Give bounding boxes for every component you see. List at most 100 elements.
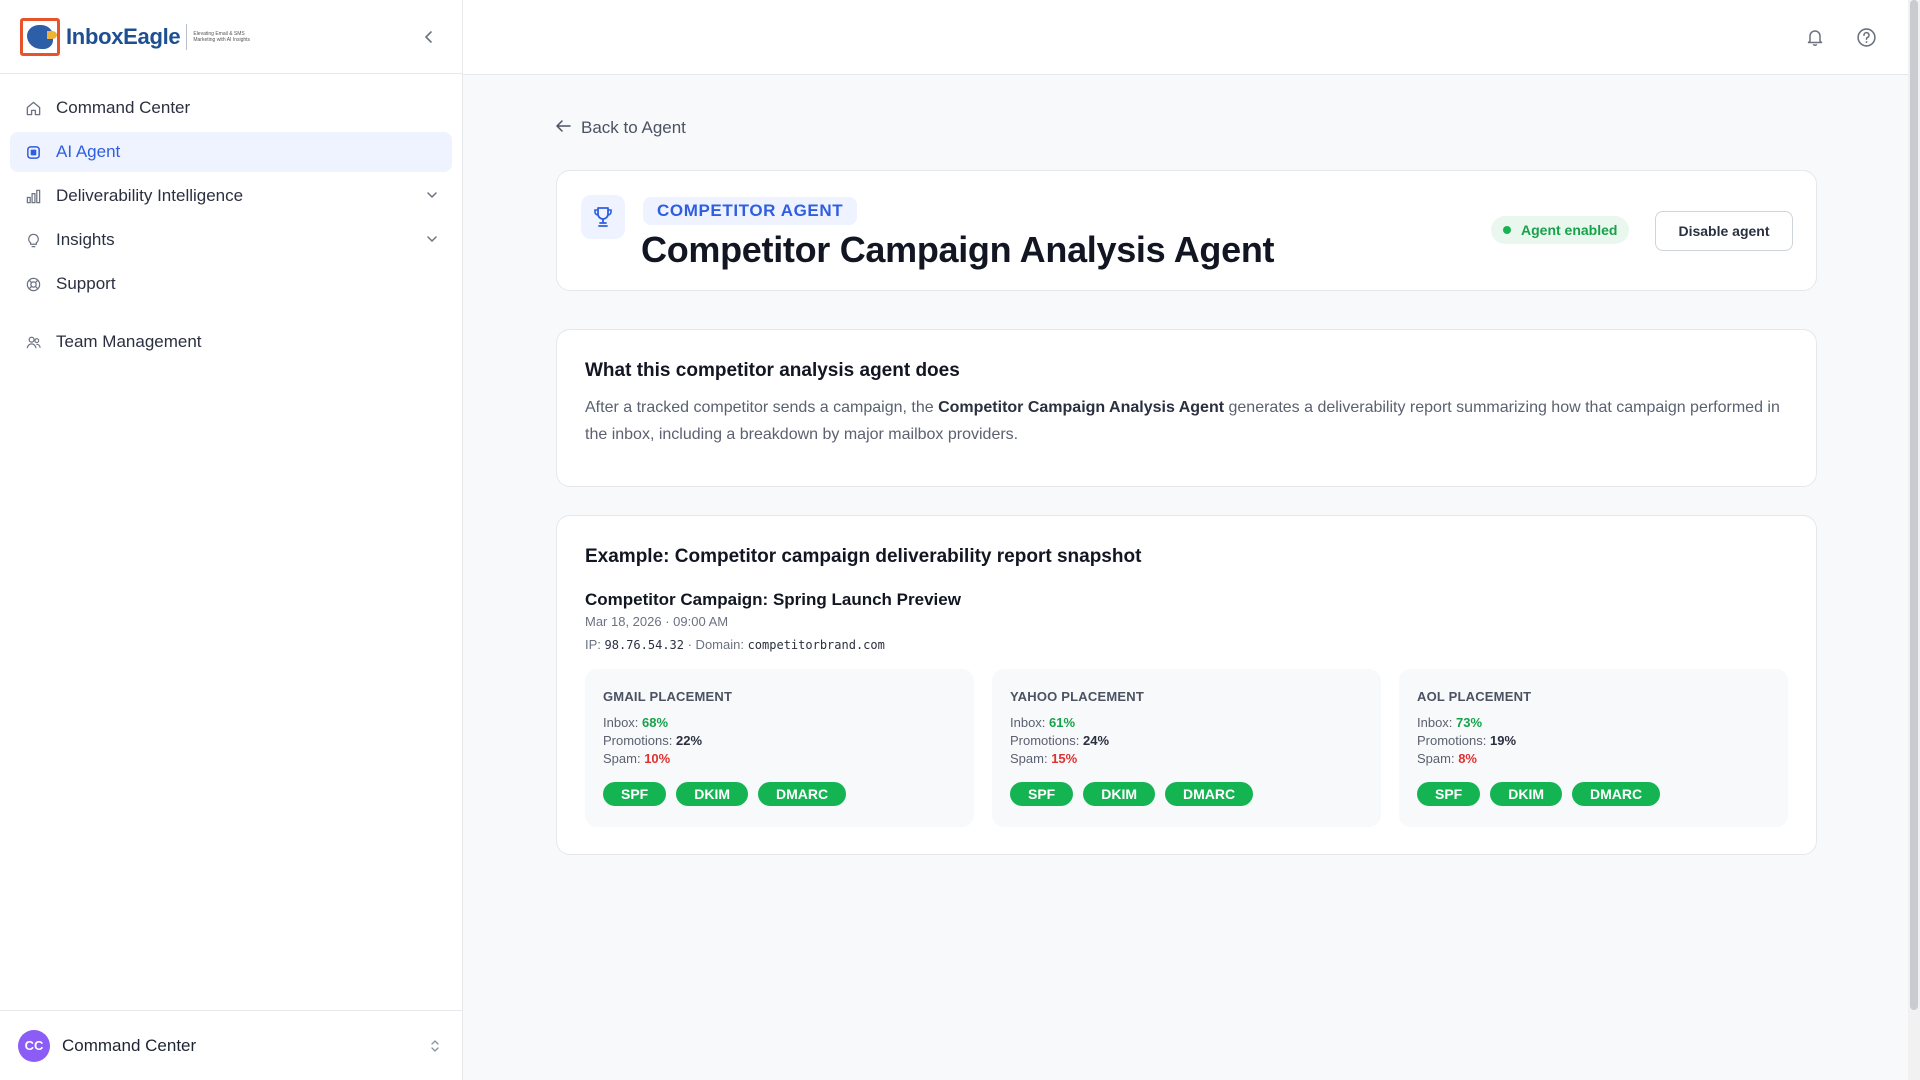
inbox-value: 73% bbox=[1456, 715, 1483, 730]
description-title: What this competitor analysis agent does bbox=[585, 360, 960, 381]
home-icon bbox=[24, 99, 42, 117]
placement-stats: Inbox: 73% Promotions: 19% Spam: 8% bbox=[1417, 714, 1770, 768]
spam-value: 10% bbox=[644, 751, 671, 766]
inbox-label: Inbox: bbox=[1417, 715, 1457, 730]
status-label: Agent enabled bbox=[1521, 222, 1618, 238]
chevron-down-icon bbox=[426, 230, 438, 250]
page-title: Competitor Campaign Analysis Agent bbox=[641, 229, 1275, 270]
promotions-value: 24% bbox=[1082, 733, 1110, 748]
inbox-label: Inbox: bbox=[603, 715, 643, 730]
sidebar-item-command-center[interactable]: Command Center bbox=[10, 88, 452, 128]
workspace-switcher[interactable]: CC Command Center bbox=[0, 1010, 462, 1080]
workspace-name: Command Center bbox=[62, 1035, 197, 1055]
dkim-badge: DKIM bbox=[676, 782, 749, 806]
disable-agent-button[interactable]: Disable agent bbox=[1655, 211, 1793, 251]
agent-category-badge: COMPETITOR AGENT bbox=[643, 197, 858, 225]
placement-stats: Inbox: 61% Promotions: 24% Spam: 15% bbox=[1010, 714, 1363, 768]
inbox-stat: Inbox: 61% bbox=[1010, 714, 1363, 732]
sidebar-item-support[interactable]: Support bbox=[10, 264, 452, 304]
example-title: Example: Competitor campaign deliverabil… bbox=[585, 546, 1142, 567]
sidebar-item-team-management[interactable]: Team Management bbox=[10, 322, 452, 362]
auth-badges: SPF DKIM DMARC bbox=[603, 782, 956, 806]
description-text-start: After a tracked competitor sends a campa… bbox=[585, 399, 939, 416]
top-bar bbox=[463, 0, 1920, 75]
inbox-stat: Inbox: 73% bbox=[1417, 714, 1770, 732]
placement-grid: GMAIL PLACEMENT Inbox: 68% Promotions: 2… bbox=[585, 669, 1788, 827]
sidebar-item-label: Team Management bbox=[56, 332, 202, 351]
sidebar-item-insights[interactable]: Insights bbox=[10, 220, 452, 260]
auth-badges: SPF DKIM DMARC bbox=[1417, 782, 1770, 806]
campaign-name: Competitor Campaign: Spring Launch Previ… bbox=[585, 590, 961, 609]
spam-stat: Spam: 8% bbox=[1417, 750, 1770, 768]
agent-header-card: COMPETITOR AGENT Competitor Campaign Ana… bbox=[556, 170, 1817, 291]
placement-card-yahoo: YAHOO PLACEMENT Inbox: 61% Promotions: 2… bbox=[992, 669, 1381, 827]
sidebar-item-label: Insights bbox=[56, 230, 115, 249]
placement-title: AOL PLACEMENT bbox=[1417, 689, 1532, 704]
sidebar-item-deliverability-intelligence[interactable]: Deliverability Intelligence bbox=[10, 176, 452, 216]
inbox-label: Inbox: bbox=[1010, 715, 1050, 730]
back-link-label: Back to Agent bbox=[581, 118, 686, 137]
promotions-label: Promotions: bbox=[1010, 733, 1083, 748]
dmarc-badge: DMARC bbox=[1572, 782, 1661, 806]
sidebar-item-label: Support bbox=[56, 274, 116, 293]
spam-label: Spam: bbox=[603, 751, 645, 766]
spam-label: Spam: bbox=[1417, 751, 1459, 766]
dmarc-badge: DMARC bbox=[1165, 782, 1254, 806]
placement-title: YAHOO PLACEMENT bbox=[1010, 689, 1144, 704]
chevron-up-down-icon bbox=[430, 1039, 440, 1053]
avatar: CC bbox=[18, 1029, 50, 1062]
brand-name: InboxEagle bbox=[66, 23, 181, 49]
spf-badge: SPF bbox=[1010, 782, 1074, 806]
sidebar-item-ai-agent[interactable]: AI Agent bbox=[10, 132, 452, 172]
inbox-stat: Inbox: 68% bbox=[603, 714, 956, 732]
sidebar: InboxEagle Elevating Email & SMS Marketi… bbox=[0, 0, 463, 1080]
agent-icon bbox=[24, 143, 42, 161]
dkim-badge: DKIM bbox=[1083, 782, 1156, 806]
help-icon[interactable] bbox=[1853, 24, 1879, 50]
agent-description-card: What this competitor analysis agent does… bbox=[556, 329, 1817, 487]
arrow-left-icon bbox=[555, 118, 571, 138]
description-text: After a tracked competitor sends a campa… bbox=[585, 394, 1788, 448]
promotions-value: 19% bbox=[1489, 733, 1517, 748]
scrollbar[interactable] bbox=[1908, 0, 1920, 1080]
spam-stat: Spam: 10% bbox=[603, 750, 956, 768]
spam-label: Spam: bbox=[1010, 751, 1052, 766]
ip-value: 98.76.54.32 bbox=[604, 638, 684, 652]
spam-value: 8% bbox=[1458, 751, 1477, 766]
placement-card-gmail: GMAIL PLACEMENT Inbox: 68% Promotions: 2… bbox=[585, 669, 974, 827]
chevron-left-icon bbox=[425, 31, 432, 43]
eagle-logo-icon bbox=[20, 17, 60, 56]
scrollbar-thumb[interactable] bbox=[1910, 0, 1918, 1010]
domain-label: · Domain: bbox=[684, 637, 748, 652]
promotions-value: 22% bbox=[675, 733, 703, 748]
promotions-stat: Promotions: 24% bbox=[1010, 732, 1363, 750]
back-to-agent-link[interactable]: Back to Agent bbox=[555, 118, 686, 138]
domain-value: competitorbrand.com bbox=[747, 638, 885, 652]
promotions-label: Promotions: bbox=[1417, 733, 1490, 748]
status-badge: Agent enabled bbox=[1491, 216, 1630, 244]
brand-tagline: Elevating Email & SMS Marketing with AI … bbox=[193, 30, 251, 43]
spf-badge: SPF bbox=[1417, 782, 1481, 806]
inbox-value: 68% bbox=[642, 715, 669, 730]
promotions-label: Promotions: bbox=[603, 733, 676, 748]
collapse-sidebar-button[interactable] bbox=[418, 26, 440, 48]
spf-badge: SPF bbox=[603, 782, 667, 806]
placement-stats: Inbox: 68% Promotions: 22% Spam: 10% bbox=[603, 714, 956, 768]
spam-stat: Spam: 15% bbox=[1010, 750, 1363, 768]
bell-icon[interactable] bbox=[1802, 24, 1828, 50]
trophy-icon bbox=[581, 195, 625, 239]
bar-chart-icon bbox=[24, 187, 42, 205]
example-report-card: Example: Competitor campaign deliverabil… bbox=[556, 515, 1817, 855]
sidebar-nav: Command Center AI Agent Deliverability I… bbox=[0, 74, 462, 380]
brand-divider bbox=[186, 23, 188, 50]
promotions-stat: Promotions: 22% bbox=[603, 732, 956, 750]
campaign-meta: IP: 98.76.54.32 · Domain: competitorbran… bbox=[585, 637, 1788, 652]
sidebar-item-label: Command Center bbox=[56, 98, 191, 117]
inbox-value: 61% bbox=[1049, 715, 1076, 730]
lifebuoy-icon bbox=[24, 275, 42, 293]
users-icon bbox=[24, 333, 42, 351]
brand-header: InboxEagle Elevating Email & SMS Marketi… bbox=[0, 0, 462, 74]
description-agent-name: Competitor Campaign Analysis Agent bbox=[938, 399, 1225, 416]
status-dot-icon bbox=[1503, 226, 1511, 234]
